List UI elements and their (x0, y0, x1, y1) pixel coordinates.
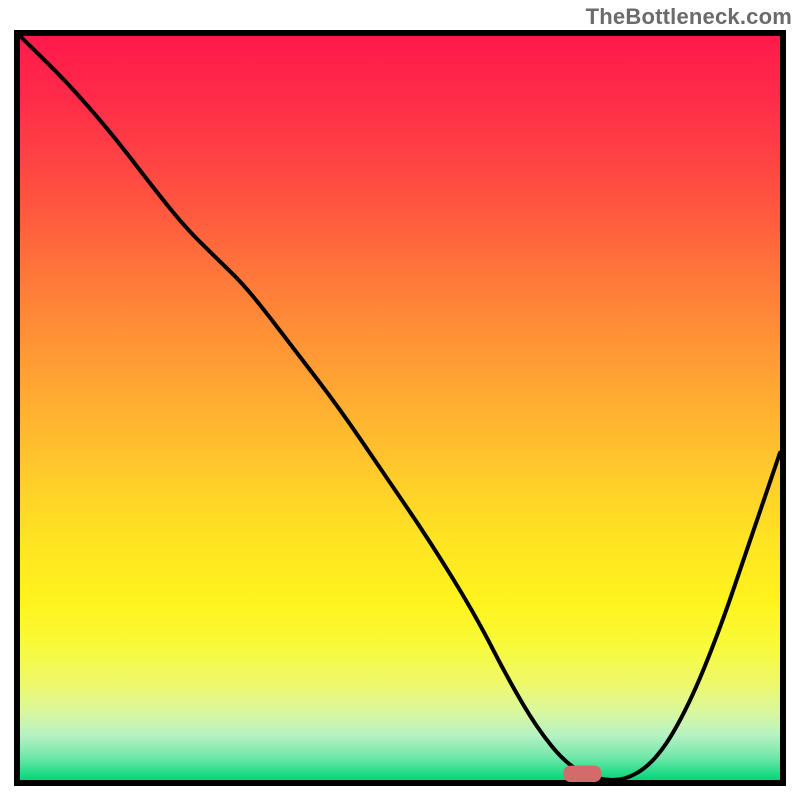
curve-svg (20, 36, 780, 780)
bottleneck-curve (20, 36, 780, 780)
chart-frame: TheBottleneck.com (0, 0, 800, 800)
optimal-point-marker (563, 766, 601, 782)
plot-area (14, 30, 786, 786)
watermark-text: TheBottleneck.com (586, 4, 792, 30)
